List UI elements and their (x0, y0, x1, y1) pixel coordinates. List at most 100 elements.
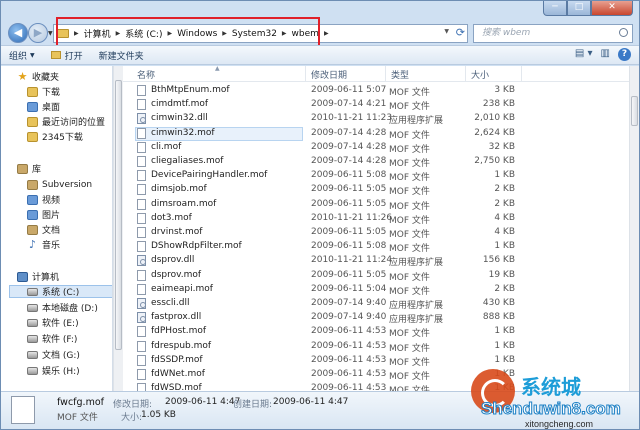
open-icon (50, 51, 61, 59)
scrollbar-thumb[interactable] (631, 96, 638, 126)
minimize-button[interactable]: ─ (543, 1, 567, 16)
file-name: cli.mof (151, 141, 182, 152)
column-type[interactable]: 类型 (391, 68, 409, 81)
table-row[interactable]: dsprov.mof 2009-06-11 5:05 MOF 文件 19 KB (123, 269, 631, 283)
file-date: 2009-06-11 5:05 (311, 184, 387, 195)
nav-drive-f[interactable]: 软件 (F:) (27, 332, 77, 345)
mof-file-icon (137, 212, 146, 224)
search-icon[interactable] (619, 28, 628, 37)
table-row[interactable]: fdPHost.mof 2009-06-11 4:53 MOF 文件 1 KB (123, 325, 631, 339)
help-icon[interactable]: ? (618, 48, 631, 61)
file-size: 4 KB (494, 227, 515, 237)
table-row[interactable]: fdWNet.mof 2009-06-11 4:53 MOF 文件 1 KB (123, 368, 631, 382)
nav-downloads[interactable]: 下载 (27, 85, 60, 98)
table-row[interactable]: cli.mof 2009-07-14 4:28 MOF 文件 32 KB (123, 141, 631, 155)
sort-ascending-icon: ▲ (215, 66, 220, 72)
address-history-dropdown[interactable]: ▼ (444, 28, 449, 35)
nav-pictures[interactable]: 图片 (27, 208, 60, 221)
table-row[interactable]: cimdmtf.mof 2009-07-14 4:21 MOF 文件 238 KB (123, 98, 631, 112)
file-date: 2009-06-11 4:53 (311, 326, 387, 337)
nav-favorites[interactable]: ★ 收藏夹 (17, 70, 59, 84)
table-row[interactable]: eaimeapi.mof 2009-06-11 5:04 MOF 文件 2 KB (123, 283, 631, 297)
organize-button[interactable]: 组织 ▼ (1, 46, 43, 64)
table-row[interactable]: dsprov.dll 2010-11-21 11:24 应用程序扩展 156 KB (123, 254, 631, 268)
table-row[interactable]: fdSSDP.mof 2009-06-11 4:53 MOF 文件 1 KB (123, 354, 631, 368)
nav-music[interactable]: ♪ 音乐 (27, 238, 60, 252)
file-name: fdSSDP.mof (151, 354, 203, 365)
nav-subversion[interactable]: Subversion (27, 178, 92, 191)
column-divider[interactable] (305, 66, 306, 82)
nav-drive-c[interactable]: 系统 (C:) (9, 285, 112, 298)
column-date[interactable]: 修改日期 (311, 68, 347, 81)
table-row[interactable]: DevicePairingHandler.mof 2009-06-11 5:08 M… (123, 169, 631, 183)
file-size: 1 KB (494, 170, 515, 181)
preview-pane-icon[interactable]: ▥ (601, 48, 610, 61)
search-input[interactable]: 搜索 wbem (473, 24, 633, 43)
open-button[interactable]: 打开 (43, 46, 91, 64)
file-size: 3 KB (494, 85, 515, 95)
close-button[interactable]: ✕ (591, 1, 633, 16)
nav-2345-downloads[interactable]: 2345下载 (27, 130, 83, 143)
table-row[interactable]: fdrespub.mof 2009-06-11 4:53 MOF 文件 1 KB (123, 340, 631, 354)
column-size[interactable]: 大小 (471, 68, 489, 81)
file-size: 1 KB (494, 241, 515, 252)
dll-file-icon (137, 113, 146, 125)
nav-computer[interactable]: 计算机 (17, 270, 59, 283)
file-size: 19 KB (488, 269, 515, 280)
desktop-icon (27, 101, 38, 112)
table-row[interactable]: esscli.dll 2009-07-14 9:40 应用程序扩展 430 KB (123, 297, 631, 311)
file-name: dsprov.dll (151, 255, 195, 266)
file-list-scrollbar[interactable] (629, 66, 639, 391)
nav-drive-g[interactable]: 文档 (G:) (27, 348, 80, 361)
file-type: MOF 文件 (389, 215, 430, 226)
table-row[interactable]: BthMtpEnum.mof 2009-06-11 5:07 MOF 文件 3 KB (123, 84, 631, 98)
scrollbar-thumb[interactable] (115, 80, 122, 350)
nav-libraries[interactable]: 库 (17, 162, 41, 175)
maximize-button[interactable]: □ (567, 1, 591, 16)
table-row[interactable]: dimsroam.mof 2009-06-11 5:05 MOF 文件 2 KB (123, 198, 631, 212)
refresh-icon[interactable]: ⟳ (456, 26, 465, 39)
table-row[interactable]: fdWSD.mof 2009-06-11 4:53MOF 文件 1 KB (123, 382, 631, 391)
picture-icon (27, 209, 38, 220)
nav-drive-e[interactable]: 软件 (E:) (27, 316, 79, 329)
mof-file-icon (137, 170, 146, 182)
nav-documents[interactable]: 文档 (27, 223, 60, 236)
view-options-icon[interactable]: ▤ ▾ (575, 48, 593, 61)
nav-recent[interactable]: 最近访问的位置 (27, 115, 105, 128)
navigation-scrollbar[interactable] (113, 66, 123, 391)
file-date: 2009-07-14 4:21 (311, 99, 387, 110)
table-row[interactable]: dimsjob.mof 2009-06-11 5:05 MOF 文件 2 KB (123, 183, 631, 197)
nav-desktop[interactable]: 桌面 (27, 100, 60, 113)
file-date: 2009-07-14 9:40 (311, 312, 387, 323)
table-row[interactable]: dot3.mof 2010-11-21 11:26 MOF 文件 4 KB (123, 212, 631, 226)
file-type: MOF 文件 (389, 383, 430, 391)
file-date: 2009-06-11 5:04 (311, 283, 387, 294)
details-size-value: 1.05 KB (141, 410, 176, 420)
video-icon (27, 194, 38, 205)
column-divider[interactable] (465, 66, 466, 82)
table-row[interactable]: drvinst.mof 2009-06-11 5:05 MOF 文件 4 KB (123, 226, 631, 240)
dll-file-icon (137, 312, 146, 324)
drive-icon (27, 334, 38, 343)
nav-drive-d[interactable]: 本地磁盘 (D:) (27, 301, 98, 314)
file-date: 2009-06-11 5:05 (311, 269, 387, 280)
new-folder-button[interactable]: 新建文件夹 (91, 46, 152, 64)
chevron-right-icon[interactable]: ▶ (322, 30, 331, 37)
table-row[interactable]: fastprox.dll 2009-07-14 9:40 应用程序扩展 888 KB (123, 311, 631, 325)
recent-pages-dropdown[interactable]: ▼ (48, 30, 53, 37)
back-button[interactable]: ◀ (8, 23, 28, 43)
forward-button[interactable]: ▶ (28, 23, 48, 43)
file-name: drvinst.mof (151, 227, 203, 237)
mof-file-icon (137, 354, 146, 366)
column-name[interactable]: 名称 (137, 68, 155, 81)
column-divider[interactable] (521, 66, 522, 82)
file-type: MOF 文件 (389, 343, 430, 354)
table-row[interactable]: cimwin32.dll 2010-11-21 11:23 应用程序扩展 2,010 … (123, 112, 631, 126)
table-row[interactable]: DShowRdpFilter.mof 2009-06-11 5:08 MOF 文件 1… (123, 240, 631, 254)
nav-drive-h[interactable]: 娱乐 (H:) (27, 364, 80, 377)
table-row[interactable]: cliegaliases.mof 2009-07-14 4:28 MOF 文件 2,7… (123, 155, 631, 169)
column-divider[interactable] (385, 66, 386, 82)
file-type: MOF 文件 (389, 230, 430, 240)
table-row[interactable]: cimwin32.mof 2009-07-14 4:28 MOF 文件 2,624 K… (123, 126, 631, 141)
nav-videos[interactable]: 视频 (27, 193, 60, 206)
